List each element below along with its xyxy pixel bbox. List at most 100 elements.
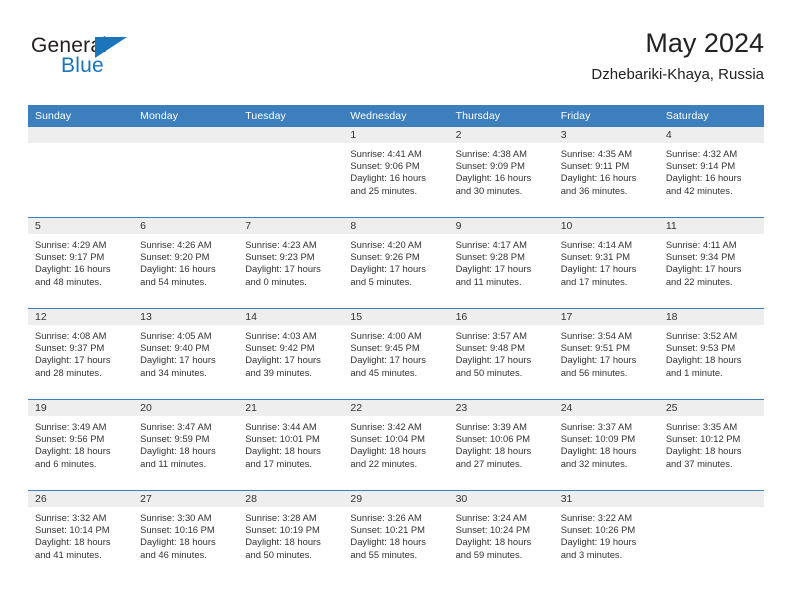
day-number: 12 <box>28 309 134 325</box>
calendar-day-cell[interactable]: 23 Sunrise: 3:39 AM Sunset: 10:06 PM Daylig… <box>448 399 554 491</box>
weekday-header-saturday: Saturday <box>658 105 764 127</box>
sunrise-time: Sunrise: 3:24 AM <box>455 512 527 523</box>
calendar-day-cell[interactable]: 6 Sunrise: 4:26 AM Sunset: 9:20 PM Daylight… <box>133 217 239 309</box>
weekday-header-sunday: Sunday <box>28 105 134 127</box>
day-details: Sunrise: 4:20 AM Sunset: 9:26 PM Daylight:… <box>343 234 448 288</box>
day-number: 2 <box>448 127 554 143</box>
day-number: 20 <box>133 400 239 416</box>
calendar-day-cell[interactable]: 25 Sunrise: 3:35 AM Sunset: 10:12 PM Daylig… <box>658 399 764 491</box>
daylight-duration-line1: Daylight: 16 hours <box>140 263 216 275</box>
sunrise-time: Sunrise: 4:41 AM <box>350 148 422 159</box>
daylight-duration-line1: Daylight: 18 hours <box>140 536 216 548</box>
day-number: 13 <box>133 309 239 325</box>
day-number: 23 <box>448 400 554 416</box>
day-details: Sunrise: 4:23 AM Sunset: 9:23 PM Daylight:… <box>238 234 343 288</box>
calendar-day-cell[interactable]: 13 Sunrise: 4:05 AM Sunset: 9:40 PM Dayligh… <box>133 308 239 400</box>
calendar-day-cell[interactable]: 1 Sunrise: 4:41 AM Sunset: 9:06 PM Daylight… <box>343 127 449 218</box>
sunrise-time: Sunrise: 4:32 AM <box>665 148 738 159</box>
calendar-body: 1 Sunrise: 4:41 AM Sunset: 9:06 PM Daylight… <box>28 127 764 581</box>
daylight-duration-line2: and 1 minute. <box>665 366 723 378</box>
calendar-day-cell[interactable]: 29 Sunrise: 3:26 AM Sunset: 10:21 PM Daylig… <box>343 490 449 581</box>
daylight-duration-line2: and 30 minutes. <box>455 184 523 196</box>
sunrise-time: Sunrise: 4:03 AM <box>245 330 317 341</box>
day-details: Sunrise: 3:22 AM Sunset: 10:26 PM Daylight… <box>554 507 659 561</box>
calendar-day-cell[interactable]: 12 Sunrise: 4:08 AM Sunset: 9:37 PM Dayligh… <box>28 308 134 400</box>
calendar-day-cell[interactable]: 30 Sunrise: 3:24 AM Sunset: 10:24 PM Daylig… <box>448 490 554 581</box>
sunrise-time: Sunrise: 3:57 AM <box>455 330 527 341</box>
sunrise-time: Sunrise: 3:37 AM <box>560 421 633 432</box>
sunrise-time: Sunrise: 3:47 AM <box>140 421 212 432</box>
calendar-day-cell[interactable]: 26 Sunrise: 3:32 AM Sunset: 10:14 PM Daylig… <box>28 490 134 581</box>
sunrise-time: Sunrise: 3:39 AM <box>455 421 527 432</box>
calendar-day-cell[interactable]: 9 Sunrise: 4:17 AM Sunset: 9:28 PM Daylight… <box>448 217 554 309</box>
sunset-time: Sunset: 9:51 PM <box>560 342 631 354</box>
calendar-day-cell[interactable]: 3 Sunrise: 4:35 AM Sunset: 9:11 PM Daylight… <box>553 127 659 218</box>
calendar-day-cell[interactable]: 14 Sunrise: 4:03 AM Sunset: 9:42 PM Dayligh… <box>238 308 344 400</box>
day-number: 25 <box>658 400 764 416</box>
calendar-day-cell[interactable]: 16 Sunrise: 3:57 AM Sunset: 9:48 PM Dayligh… <box>448 308 554 400</box>
sunset-time: Sunset: 9:11 PM <box>560 160 630 172</box>
calendar-day-cell[interactable]: 21 Sunrise: 3:44 AM Sunset: 10:01 PM Daylig… <box>238 399 344 491</box>
sunset-time: Sunset: 9:59 PM <box>140 433 210 445</box>
daylight-duration-line2: and 11 minutes. <box>455 275 522 287</box>
calendar-day-cell[interactable]: 28 Sunrise: 3:28 AM Sunset: 10:19 PM Daylig… <box>238 490 344 581</box>
calendar-day-cell-empty <box>28 127 134 218</box>
calendar-day-cell[interactable]: 4 Sunrise: 4:32 AM Sunset: 9:14 PM Daylight… <box>658 127 764 218</box>
daylight-duration-line2: and 17 minutes. <box>245 457 312 469</box>
calendar-day-cell[interactable]: 27 Sunrise: 3:30 AM Sunset: 10:16 PM Daylig… <box>133 490 239 581</box>
day-details: Sunrise: 3:24 AM Sunset: 10:24 PM Daylight… <box>449 507 554 561</box>
calendar-day-cell[interactable]: 17 Sunrise: 3:54 AM Sunset: 9:51 PM Dayligh… <box>553 308 659 400</box>
day-number: 29 <box>343 491 449 507</box>
page-header: General Blue May 2024 Dzhebariki-Khaya, … <box>28 26 764 98</box>
general-blue-logo[interactable]: General Blue <box>31 34 161 86</box>
daylight-duration-line1: Daylight: 16 hours <box>350 172 426 184</box>
daylight-duration-line1: Daylight: 18 hours <box>245 536 321 548</box>
daylight-duration-line2: and 11 minutes. <box>140 457 207 469</box>
day-details: Sunrise: 3:57 AM Sunset: 9:48 PM Daylight:… <box>449 325 554 379</box>
calendar-day-cell[interactable]: 22 Sunrise: 3:42 AM Sunset: 10:04 PM Daylig… <box>343 399 449 491</box>
daylight-duration-line1: Daylight: 17 hours <box>560 263 637 275</box>
daylight-duration-line2: and 22 minutes. <box>665 275 733 287</box>
sunrise-time: Sunrise: 4:14 AM <box>560 239 633 250</box>
daylight-duration-line2: and 46 minutes. <box>140 548 207 560</box>
daylight-duration-line2: and 22 minutes. <box>350 457 418 469</box>
daylight-duration-line1: Daylight: 17 hours <box>350 263 426 275</box>
calendar-day-cell[interactable]: 2 Sunrise: 4:38 AM Sunset: 9:09 PM Daylight… <box>448 127 554 218</box>
sunset-time: Sunset: 10:12 PM <box>665 433 741 445</box>
calendar-day-cell[interactable]: 19 Sunrise: 3:49 AM Sunset: 9:56 PM Dayligh… <box>28 399 134 491</box>
sunrise-time: Sunrise: 3:22 AM <box>560 512 633 523</box>
day-number: 3 <box>553 127 659 143</box>
weekday-header-friday: Friday <box>553 105 659 127</box>
calendar-day-cell[interactable]: 20 Sunrise: 3:47 AM Sunset: 9:59 PM Dayligh… <box>133 399 239 491</box>
sunrise-time: Sunrise: 4:20 AM <box>350 239 422 250</box>
sunset-time: Sunset: 10:01 PM <box>245 433 320 445</box>
daylight-duration-line1: Daylight: 18 hours <box>350 445 426 457</box>
daylight-duration-line1: Daylight: 18 hours <box>665 354 742 366</box>
day-number <box>28 127 134 143</box>
day-number: 8 <box>343 218 449 234</box>
sunset-time: Sunset: 9:56 PM <box>35 433 105 445</box>
sunset-time: Sunset: 9:53 PM <box>665 342 736 354</box>
sunrise-time: Sunrise: 3:52 AM <box>665 330 738 341</box>
daylight-duration-line2: and 50 minutes. <box>245 548 312 560</box>
calendar-day-cell[interactable]: 18 Sunrise: 3:52 AM Sunset: 9:53 PM Dayligh… <box>658 308 764 400</box>
calendar-day-cell[interactable]: 7 Sunrise: 4:23 AM Sunset: 9:23 PM Daylight… <box>238 217 344 309</box>
calendar-day-cell[interactable]: 15 Sunrise: 4:00 AM Sunset: 9:45 PM Dayligh… <box>343 308 449 400</box>
daylight-duration-line1: Daylight: 17 hours <box>35 354 111 366</box>
calendar-day-cell[interactable]: 5 Sunrise: 4:29 AM Sunset: 9:17 PM Daylight… <box>28 217 134 309</box>
day-number: 7 <box>238 218 344 234</box>
sunrise-time: Sunrise: 4:29 AM <box>35 239 107 250</box>
calendar-day-cell[interactable]: 24 Sunrise: 3:37 AM Sunset: 10:09 PM Daylig… <box>553 399 659 491</box>
sunrise-time: Sunrise: 4:00 AM <box>350 330 422 341</box>
daylight-duration-line2: and 6 minutes. <box>35 457 97 469</box>
sunrise-time: Sunrise: 3:49 AM <box>35 421 107 432</box>
calendar-day-cell[interactable]: 8 Sunrise: 4:20 AM Sunset: 9:26 PM Daylight… <box>343 217 449 309</box>
daylight-duration-line2: and 41 minutes. <box>35 548 102 560</box>
daylight-duration-line1: Daylight: 17 hours <box>245 263 321 275</box>
calendar-day-cell[interactable]: 31 Sunrise: 3:22 AM Sunset: 10:26 PM Daylig… <box>553 490 659 581</box>
calendar-day-cell-empty <box>133 127 239 218</box>
daylight-duration-line1: Daylight: 18 hours <box>140 445 216 457</box>
daylight-duration-line1: Daylight: 17 hours <box>455 354 532 366</box>
calendar-day-cell[interactable]: 10 Sunrise: 4:14 AM Sunset: 9:31 PM Dayligh… <box>553 217 659 309</box>
calendar-day-cell[interactable]: 11 Sunrise: 4:11 AM Sunset: 9:34 PM Dayligh… <box>658 217 764 309</box>
